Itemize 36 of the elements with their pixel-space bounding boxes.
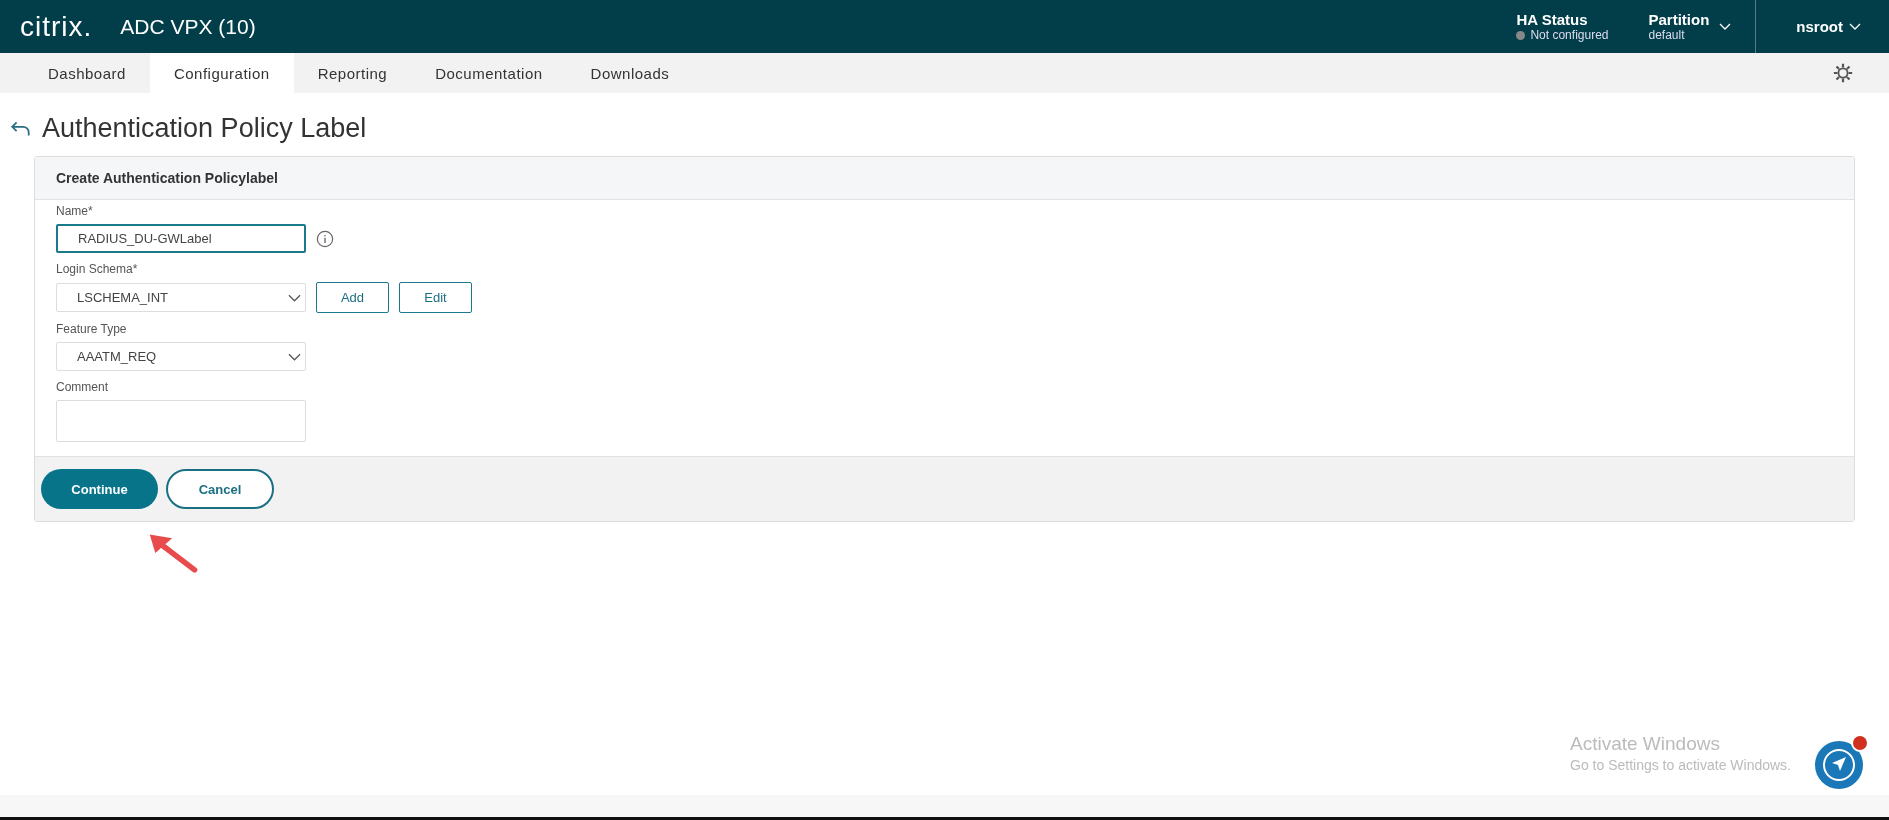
partition-value: default — [1648, 28, 1686, 42]
chevron-down-icon — [288, 352, 301, 361]
product-title: ADC VPX (10) — [120, 14, 256, 39]
activation-title: Activate Windows — [1570, 733, 1721, 755]
status-dot-icon — [1516, 30, 1526, 40]
panel-title: Create Authentication Policylabel — [56, 170, 278, 186]
partition-title: Partition — [1648, 11, 1710, 28]
user-menu[interactable]: nsroot — [1796, 18, 1843, 35]
nav-tab[interactable]: Documentation — [411, 53, 567, 93]
page-title: Authentication Policy Label — [42, 113, 367, 144]
nav-tab[interactable]: Configuration — [149, 53, 294, 93]
back-arrow-icon[interactable] — [10, 119, 32, 138]
nav-tab[interactable]: Dashboard — [24, 53, 150, 93]
activation-text: Go to Settings to activate Windows. — [1570, 757, 1791, 773]
input-field[interactable]: RADIUS_DU-GWLabel — [56, 224, 306, 253]
chevron-down-icon — [288, 293, 301, 302]
dropdown-field[interactable]: AAATM_REQ — [56, 342, 306, 371]
logo: citrix. — [20, 10, 93, 43]
field-label: Name* — [56, 204, 94, 218]
comment-field[interactable] — [56, 400, 306, 442]
field-label: Login Schema* — [56, 262, 139, 276]
chevron-down-icon[interactable] — [1719, 22, 1732, 31]
nav-tab[interactable]: Reporting — [293, 53, 412, 93]
nav-tab[interactable]: Downloads — [566, 53, 694, 93]
info-icon[interactable] — [316, 229, 334, 248]
chevron-down-icon[interactable] — [1849, 22, 1861, 31]
outline-button[interactable]: Edit — [399, 282, 472, 313]
field-label: Feature Type — [56, 322, 128, 336]
cancel-button[interactable]: Cancel — [166, 469, 274, 509]
field-label: Comment — [56, 380, 109, 394]
ha-status-title: HA Status — [1516, 11, 1589, 28]
continue-button[interactable]: Continue — [41, 469, 158, 509]
settings-icon[interactable] — [1832, 62, 1854, 84]
dropdown-field[interactable]: LSCHEMA_INT — [56, 283, 306, 312]
ha-status-value: Not configured — [1530, 28, 1609, 42]
outline-button[interactable]: Add — [316, 282, 389, 313]
